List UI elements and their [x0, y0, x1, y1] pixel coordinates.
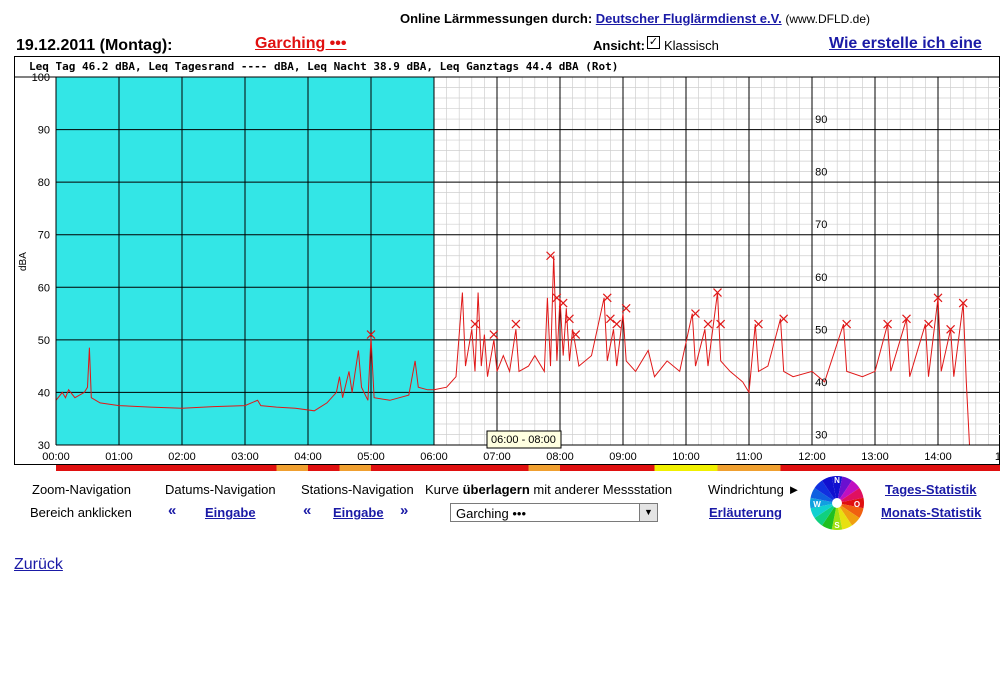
x-tick-label: 06:00 [420, 451, 448, 463]
x-tick-label: 15 [995, 451, 1000, 463]
overlay-station-select[interactable]: Garching ••• ▼ [450, 503, 658, 522]
chart-title: Leq Tag 46.2 dBA, Leq Tagesrand ---- dBA… [29, 60, 618, 73]
time-bar-segment [276, 465, 308, 471]
y-tick-label: 100 [32, 72, 50, 84]
station-next-button[interactable]: » [400, 502, 408, 519]
date-title: 19.12.2011 (Montag): [16, 37, 173, 54]
wind-explanation-link[interactable]: Erläuterung [709, 505, 782, 520]
noise-chart[interactable]: 100 90 80 70 60 50 40 30 00:00 01:00 02:00 03:00 04:… [14, 56, 1000, 476]
wind-rose-letter: N [834, 476, 840, 485]
overlay-label: Kurve überlagern mit anderer Messstation [425, 482, 672, 497]
x-tick-label: 00:00 [42, 451, 70, 463]
daily-statistics-link[interactable]: Tages-Statistik [885, 482, 977, 497]
time-bar-segment [560, 465, 655, 471]
right-axis-label: 50 [815, 324, 827, 336]
station-input-link[interactable]: Eingabe [333, 505, 384, 520]
time-bar-segment [654, 465, 718, 471]
time-bar-segment [528, 465, 560, 471]
y-tick-label: 90 [38, 125, 50, 137]
right-axis-label: 70 [815, 219, 827, 231]
wind-rose-icon[interactable]: N O S W [808, 474, 866, 532]
right-axis-label: 90 [815, 114, 827, 126]
dfld-site: (www.DFLD.de) [785, 12, 871, 26]
time-bar-segment [339, 465, 371, 471]
x-tick-label: 13:00 [861, 451, 889, 463]
time-bar-segment [308, 465, 340, 471]
date-navigation-label: Datums-Navigation [165, 482, 276, 497]
zoom-navigation-label: Zoom-Navigation [32, 482, 131, 497]
right-axis-label: 40 [815, 377, 827, 389]
x-tick-label: 09:00 [609, 451, 637, 463]
x-tick-label: 14:00 [924, 451, 952, 463]
time-tooltip: 06:00 - 08:00 [486, 430, 562, 449]
view-label: Ansicht: [593, 38, 645, 53]
time-tooltip-text: 06:00 - 08:00 [491, 434, 556, 446]
monthly-statistics-link[interactable]: Monats-Statistik [881, 505, 981, 520]
credit-prefix: Online Lärmmessungen durch: [400, 11, 593, 26]
x-tick-label: 12:00 [798, 451, 826, 463]
x-tick-label: 11:00 [736, 451, 763, 463]
chevron-down-icon[interactable]: ▼ [639, 504, 657, 521]
right-axis-label: 60 [815, 272, 827, 284]
wind-rose-letter: S [834, 521, 840, 530]
wind-direction-label: Windrichtung ► [708, 482, 801, 497]
y-tick-label: 80 [38, 177, 50, 189]
y-tick-label: 50 [38, 335, 50, 347]
station-previous-button[interactable]: « [303, 502, 311, 519]
dfld-link[interactable]: Deutscher Fluglärmdienst e.V. [596, 11, 782, 26]
time-bar-segment [780, 465, 1000, 471]
classic-view-label: Klassisch [664, 38, 719, 53]
back-link[interactable]: Zurück [14, 556, 63, 574]
x-tick-label: 04:00 [294, 451, 322, 463]
x-tick-label: 07:00 [483, 451, 511, 463]
noise-chart-svg[interactable]: 100 90 80 70 60 50 40 30 00:00 01:00 02:00 03:00 04:… [14, 56, 1000, 476]
date-input-link[interactable]: Eingabe [205, 505, 256, 520]
time-bar-segment [371, 465, 529, 471]
station-link[interactable]: Garching ••• [255, 35, 346, 53]
x-tick-label: 02:00 [168, 451, 196, 463]
station-navigation-label: Stations-Navigation [301, 482, 414, 497]
x-tick-label: 10:00 [672, 451, 700, 463]
how-to-link[interactable]: Wie erstelle ich eine [829, 35, 982, 53]
y-axis-label: dBA [18, 252, 29, 271]
x-tick-label: 05:00 [357, 451, 385, 463]
time-bar-segment [717, 465, 781, 471]
header-credit: Online Lärmmessungen durch: Deutscher Fl… [400, 11, 870, 26]
date-previous-button[interactable]: « [168, 502, 176, 519]
wind-rose-letter: W [813, 500, 821, 509]
overlay-bold: überlagern [462, 482, 530, 497]
y-tick-label: 60 [38, 282, 50, 294]
wind-rose-center [832, 498, 842, 508]
time-bar-segment [56, 465, 277, 471]
right-axis-label: 30 [815, 429, 827, 441]
overlay-suffix: mit anderer Messstation [533, 482, 673, 497]
x-tick-label: 01:00 [105, 451, 133, 463]
overlay-station-value: Garching ••• [456, 506, 527, 521]
y-tick-label: 70 [38, 230, 50, 242]
wind-rose-letter: O [854, 500, 860, 509]
right-axis-label: 80 [815, 167, 827, 179]
y-tick-label: 40 [38, 387, 50, 399]
zoom-hint: Bereich anklicken [30, 505, 132, 520]
overlay-prefix: Kurve [425, 482, 459, 497]
x-tick-label: 08:00 [546, 451, 574, 463]
x-tick-label: 03:00 [231, 451, 259, 463]
classic-view-checkbox[interactable]: ✓ [647, 36, 660, 49]
